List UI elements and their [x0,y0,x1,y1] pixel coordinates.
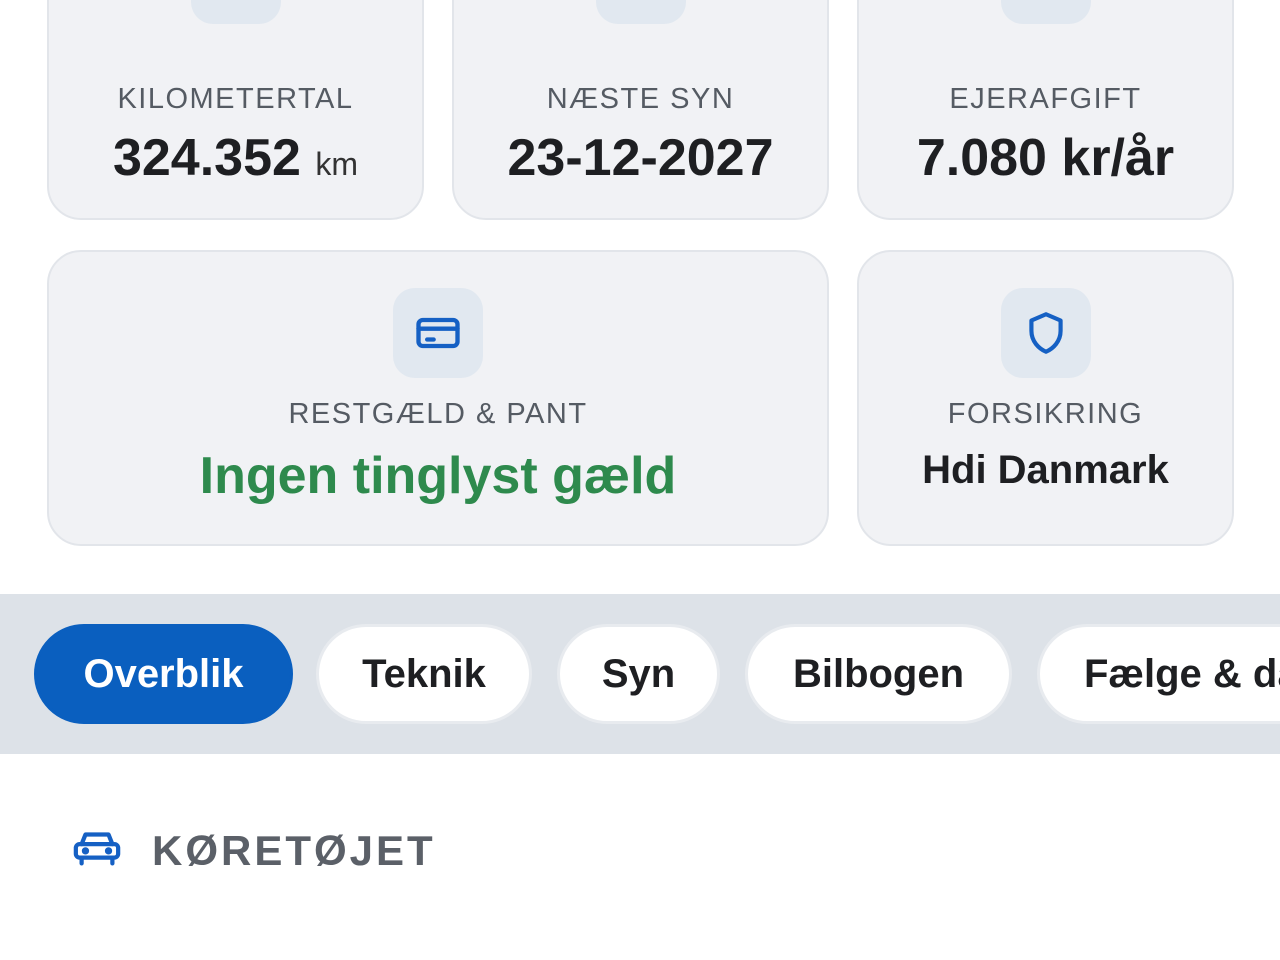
insurance-label: FORSIKRING [947,398,1144,430]
tab-faelge-daek[interactable]: Fælge & dæk [1037,624,1280,724]
stat-card-next-inspection: NÆSTE SYN 23-12-2027 [452,0,829,220]
cash-icon [1000,0,1091,24]
calendar-icon [595,0,686,24]
clock-icon [190,0,281,24]
tab-syn[interactable]: Syn [557,624,720,724]
stat-label: NÆSTE SYN [546,83,735,115]
debt-value: Ingen tinglyst gæld [199,447,677,505]
mileage-unit: km [315,146,359,182]
section-header: KØRETØJET [72,826,436,875]
vehicle-overview-page: KILOMETERTAL 324.352 km NÆSTE SYN 23-12-… [0,0,1280,960]
debt-card: RESTGÆLD & PANT Ingen tinglyst gæld [47,250,829,546]
next-inspection-value: 23-12-2027 [507,129,774,187]
tab-teknik[interactable]: Teknik [316,624,532,724]
tab-bar: Overblik Teknik Syn Bilbogen Fælge & dæk [0,594,1280,754]
mileage-value: 324.352 [112,129,301,187]
section-title: KØRETØJET [152,826,436,874]
stat-label: EJERAFGIFT [949,83,1142,115]
stat-label: KILOMETERTAL [117,83,354,115]
tab-overblik[interactable]: Overblik [34,624,293,724]
owner-tax-value: 7.080 kr/år [916,129,1175,187]
debt-label: RESTGÆLD & PANT [288,398,588,430]
tab-bilbogen[interactable]: Bilbogen [745,624,1012,724]
stat-value: 324.352 km [49,128,422,188]
credit-card-icon [393,288,483,378]
insurance-card: FORSIKRING Hdi Danmark [857,250,1234,546]
shield-icon [1000,288,1091,378]
insurance-value: Hdi Danmark [922,448,1169,492]
car-icon [72,826,122,875]
stat-card-owner-tax: EJERAFGIFT 7.080 kr/år [857,0,1234,220]
stat-card-mileage: KILOMETERTAL 324.352 km [47,0,424,220]
